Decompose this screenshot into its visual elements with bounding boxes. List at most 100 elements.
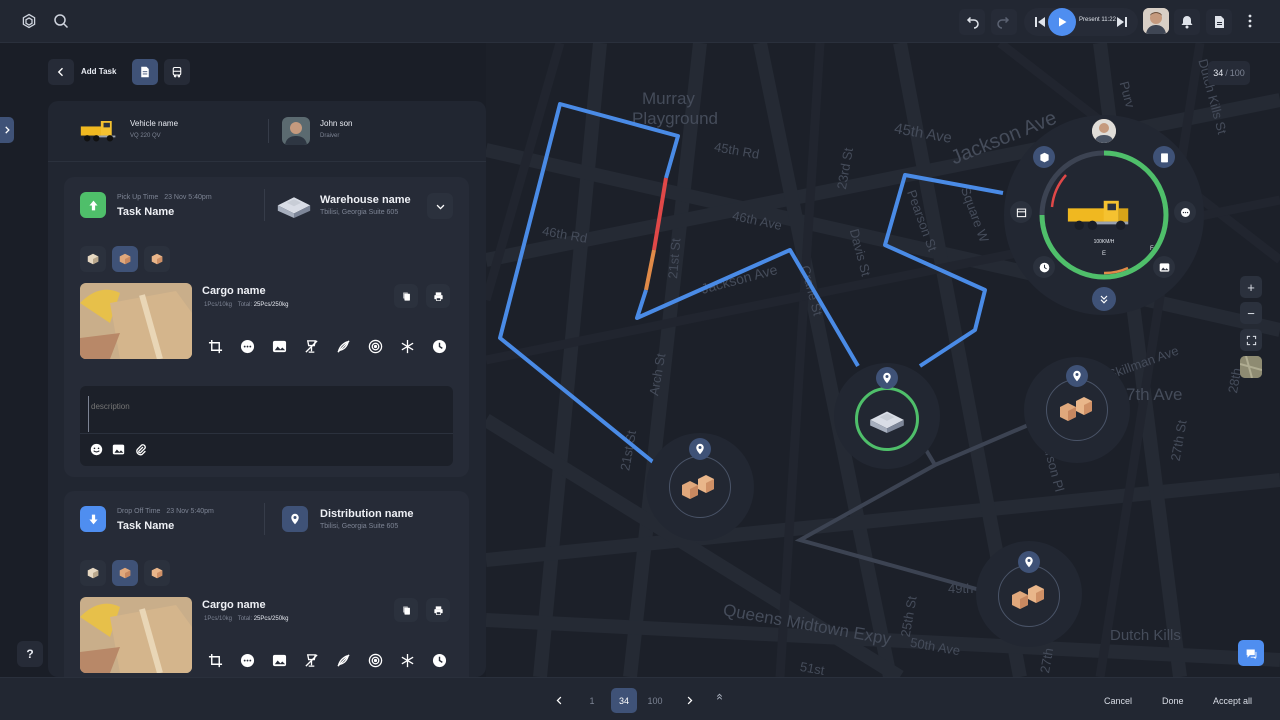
expand-dropdown-button[interactable] [427, 193, 453, 219]
bell-icon[interactable] [1174, 9, 1200, 35]
cargo-type-large[interactable] [144, 246, 170, 272]
crop-icon[interactable] [203, 648, 227, 672]
cancel-button[interactable]: Cancel [1094, 688, 1142, 713]
crop-icon[interactable] [203, 334, 227, 358]
more-vertical-icon[interactable] [1238, 9, 1262, 33]
stop-marker[interactable] [1024, 357, 1130, 463]
dropoff-time-value: 23 Nov 5:40pm [166, 508, 214, 515]
play-button[interactable] [1048, 8, 1076, 36]
page-current[interactable]: 34 [611, 688, 637, 713]
redo-icon[interactable] [991, 9, 1017, 35]
driver-avatar [282, 117, 310, 145]
cargo-image [80, 283, 192, 359]
vehicle-tab[interactable] [164, 59, 190, 85]
warehouse-address: Tbilisi, Georgia Suite 605 [320, 209, 399, 216]
boxes-icon [1012, 585, 1044, 609]
cargo-pcs: 1Pcs/10kg [204, 616, 233, 622]
app-logo-icon[interactable] [17, 9, 41, 33]
pickup-time-value: 23 Nov 5:40pm [164, 194, 212, 201]
counter-separator: / [1225, 68, 1228, 78]
task-panel: Vehicle name VQ 220 QV John son Draiver … [48, 101, 486, 677]
clipboard-icon[interactable] [1153, 146, 1175, 168]
back-button[interactable] [48, 59, 74, 85]
comment-icon[interactable] [235, 648, 259, 672]
stop-marker[interactable] [646, 433, 754, 541]
warehouse-marker[interactable] [834, 363, 940, 469]
fragile-icon[interactable] [299, 648, 323, 672]
print-button[interactable] [426, 598, 450, 622]
cargo-type-selector [80, 246, 170, 272]
emoji-icon[interactable] [90, 443, 104, 457]
chevrons-up-icon [716, 693, 722, 700]
target-icon[interactable] [363, 648, 387, 672]
no-water-icon[interactable] [331, 648, 355, 672]
pickup-time: Pick Up Time 23 Nov 5:40pm [117, 194, 212, 201]
box-large-icon [151, 253, 163, 265]
vehicle-plate: VQ 220 QV [130, 133, 161, 139]
copy-button[interactable] [394, 598, 418, 622]
attach-image-icon[interactable] [112, 443, 126, 457]
divider [80, 433, 453, 434]
attach-file-icon[interactable] [134, 443, 148, 457]
boxes-icon [682, 475, 714, 499]
next-page-button[interactable] [676, 688, 702, 713]
document-icon[interactable] [1206, 9, 1232, 35]
user-avatar[interactable] [1143, 8, 1169, 34]
zoom-out-button[interactable]: − [1240, 302, 1262, 324]
box-small-icon [87, 253, 99, 265]
page-last[interactable]: 100 [642, 688, 668, 713]
chevrons-down-icon[interactable] [1092, 287, 1116, 311]
truck-icon [1067, 200, 1129, 231]
expand-up-button[interactable] [706, 684, 732, 708]
vehicle-dashboard[interactable]: 100KM/H F E [1004, 115, 1204, 315]
cargo-type-small[interactable] [80, 246, 106, 272]
cargo-type-medium[interactable] [112, 246, 138, 272]
prev-page-button[interactable] [546, 688, 572, 713]
satellite-layer-button[interactable] [1240, 356, 1262, 378]
chat-icon[interactable] [1174, 201, 1196, 223]
cube-icon[interactable] [1033, 146, 1055, 168]
snowflake-icon[interactable] [395, 648, 419, 672]
cargo-type-large[interactable] [144, 560, 170, 586]
page-first[interactable]: 1 [579, 688, 605, 713]
photo-icon[interactable] [267, 648, 291, 672]
arrow-up-icon [80, 192, 106, 218]
location-pin-icon [689, 438, 711, 460]
distribution-address: Tbilisi, Georgia Suite 605 [320, 523, 399, 530]
image-icon[interactable] [1153, 256, 1175, 278]
clock-icon[interactable] [427, 648, 451, 672]
chat-support-button[interactable] [1238, 640, 1264, 666]
skip-forward-icon[interactable] [1110, 10, 1134, 34]
help-button[interactable]: ? [17, 641, 43, 667]
accept-all-button[interactable]: Accept all [1203, 688, 1262, 713]
zoom-in-button[interactable]: + [1240, 276, 1262, 298]
description-field[interactable] [88, 396, 446, 432]
clock-icon[interactable] [427, 334, 451, 358]
calendar-icon[interactable] [1010, 201, 1032, 223]
copy-button[interactable] [394, 284, 418, 308]
chevron-right-icon [687, 696, 692, 705]
search-icon[interactable] [49, 9, 73, 33]
route-map[interactable]: Murray Playground 45th Ave Jackson Ave 4… [486, 43, 1280, 677]
expand-sidebar-button[interactable] [0, 117, 14, 143]
target-icon[interactable] [363, 334, 387, 358]
cargo-type-medium[interactable] [112, 560, 138, 586]
fragile-icon[interactable] [299, 334, 323, 358]
stop-marker[interactable] [976, 541, 1082, 647]
comment-icon[interactable] [235, 334, 259, 358]
snowflake-icon[interactable] [395, 334, 419, 358]
divider [264, 189, 265, 221]
no-water-icon[interactable] [331, 334, 355, 358]
cargo-weight: 1Pcs/10kg Total: 25Pcs/250kg [204, 302, 288, 308]
done-button[interactable]: Done [1152, 688, 1194, 713]
chevron-left-icon [57, 67, 63, 77]
cargo-type-small[interactable] [80, 560, 106, 586]
photo-icon[interactable] [267, 334, 291, 358]
undo-icon[interactable] [959, 9, 985, 35]
fullscreen-button[interactable] [1240, 329, 1262, 351]
task-document-tab[interactable] [132, 59, 158, 85]
print-button[interactable] [426, 284, 450, 308]
box-small-icon [87, 567, 99, 579]
clock-icon[interactable] [1033, 256, 1055, 278]
document-icon [141, 66, 149, 78]
